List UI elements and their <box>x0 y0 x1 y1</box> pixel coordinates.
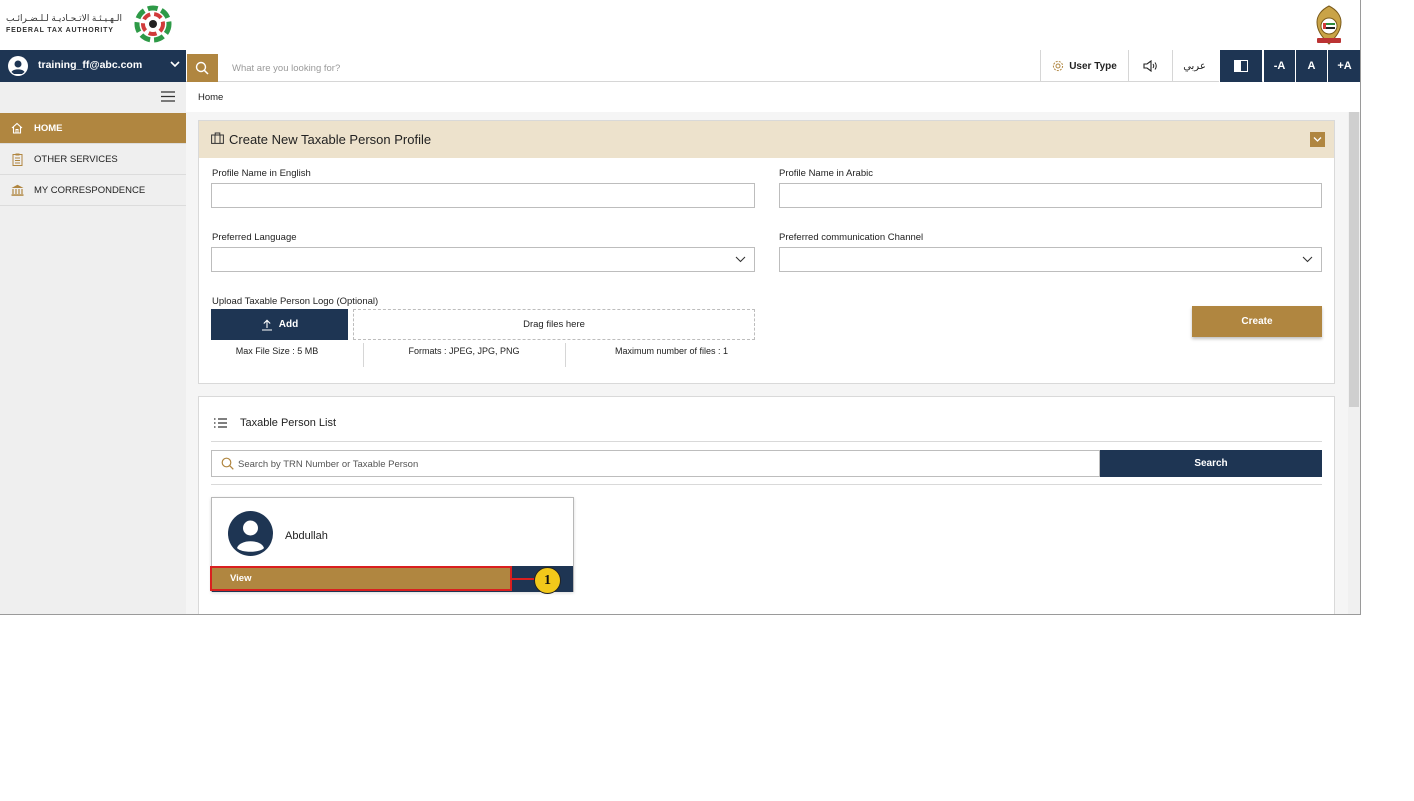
chevron-down-icon <box>735 256 746 263</box>
person-avatar-icon <box>228 511 273 556</box>
logo-english-text: FEDERAL TAX AUTHORITY <box>6 27 114 34</box>
sidebar: HOME OTHER SERVICES MY CORRESPONDENCE <box>0 82 186 614</box>
sidebar-item-label: OTHER SERVICES <box>34 153 118 165</box>
logo-arabic-text: الـهـيـئـة الاتـحـاديـة لـلـضـرائـب <box>6 13 123 23</box>
file-drop-zone[interactable]: Drag files here <box>353 309 755 340</box>
create-profile-header: Create New Taxable Person Profile <box>199 121 1334 158</box>
upload-icon <box>261 319 272 331</box>
view-profile-button[interactable]: View <box>210 566 512 591</box>
gear-icon <box>1053 60 1064 72</box>
search-icon <box>195 61 209 75</box>
upload-logo-label: Upload Taxable Person Logo (Optional) <box>212 296 379 307</box>
create-profile-button[interactable]: Create <box>1192 306 1322 337</box>
list-icon <box>214 418 227 428</box>
collapse-panel-button[interactable] <box>1310 132 1325 147</box>
main-content: Create New Taxable Person Profile Profil… <box>186 112 1348 614</box>
user-menu[interactable]: training_ff@abc.com <box>0 50 186 82</box>
font-increase-button[interactable]: +A <box>1327 50 1360 82</box>
vertical-scrollbar[interactable] <box>1348 112 1360 614</box>
search-icon <box>221 457 234 470</box>
sidebar-item-home[interactable]: HOME <box>0 113 186 144</box>
communication-channel-select[interactable] <box>779 247 1322 272</box>
sidebar-item-my-correspondence[interactable]: MY CORRESPONDENCE <box>0 175 186 206</box>
divider <box>211 484 1322 485</box>
fta-logo[interactable]: الـهـيـئـة الاتـحـاديـة لـلـضـرائـب FEDE… <box>6 5 174 45</box>
user-avatar-icon <box>8 56 28 76</box>
divider <box>211 441 1322 442</box>
max-file-size-text: Max File Size : 5 MB <box>235 346 319 356</box>
profile-name-arabic-input[interactable] <box>779 183 1322 208</box>
create-profile-title: Create New Taxable Person Profile <box>229 132 432 147</box>
contrast-icon <box>1234 60 1248 72</box>
taxable-person-search-button[interactable]: Search <box>1100 450 1322 477</box>
scrollbar-thumb[interactable] <box>1349 112 1359 407</box>
fta-logo-icon <box>134 5 172 43</box>
top-header: الـهـيـئـة الاتـحـاديـة لـلـضـرائـب FEDE… <box>0 0 1360 50</box>
add-file-label: Add <box>278 319 299 330</box>
profile-name-english-label: Profile Name in English <box>212 168 311 179</box>
file-formats-text: Formats : JPEG, JPG, PNG <box>408 346 520 356</box>
preferred-language-label: Preferred Language <box>212 232 297 243</box>
annotation-connector <box>512 578 534 580</box>
chevron-down-icon <box>1302 256 1313 263</box>
file-info-divider <box>363 343 364 367</box>
taxable-person-name: Abdullah <box>285 530 328 542</box>
max-files-text: Maximum number of files : 1 <box>614 346 729 356</box>
create-profile-panel: Create New Taxable Person Profile Profil… <box>198 120 1335 384</box>
home-icon <box>11 122 23 134</box>
user-type-label: User Type <box>1069 60 1117 72</box>
language-toggle-arabic[interactable]: عربي <box>1172 50 1216 82</box>
uae-emblem-icon <box>1316 5 1342 45</box>
sidebar-item-label: MY CORRESPONDENCE <box>34 184 146 196</box>
user-email: training_ff@abc.com <box>38 59 143 71</box>
bank-icon <box>11 184 23 196</box>
speaker-icon <box>1142 60 1157 72</box>
preferred-language-select[interactable] <box>211 247 755 272</box>
file-info-divider <box>565 343 566 367</box>
profile-name-english-input[interactable] <box>211 183 755 208</box>
hamburger-menu-icon[interactable] <box>161 91 175 102</box>
font-normal-button[interactable]: A <box>1295 50 1327 82</box>
global-search-button[interactable] <box>187 54 218 82</box>
clipboard-icon <box>12 153 22 166</box>
communication-channel-label: Preferred communication Channel <box>779 232 924 243</box>
taxable-person-list-title: Taxable Person List <box>240 417 336 429</box>
chevron-down-icon <box>1313 137 1322 142</box>
user-type-button[interactable]: User Type <box>1040 50 1128 82</box>
font-decrease-button[interactable]: -A <box>1263 50 1295 82</box>
profile-name-arabic-label: Profile Name in Arabic <box>779 168 873 179</box>
sidebar-item-label: HOME <box>34 122 63 134</box>
global-search-input[interactable] <box>222 54 1022 82</box>
breadcrumb[interactable]: Home <box>198 92 223 103</box>
nav-bar: training_ff@abc.com User Type <box>0 50 1360 82</box>
app-window: الـهـيـئـة الاتـحـاديـة لـلـضـرائـب FEDE… <box>0 0 1361 615</box>
briefcase-icon <box>211 132 224 144</box>
screen-reader-button[interactable] <box>1128 50 1172 82</box>
taxable-person-search-box[interactable] <box>211 450 1100 477</box>
add-file-button[interactable]: Add <box>211 309 348 340</box>
chevron-down-icon <box>170 61 180 68</box>
sidebar-item-other-services[interactable]: OTHER SERVICES <box>0 144 186 175</box>
taxable-person-search-input[interactable] <box>238 456 1078 472</box>
annotation-step-badge: 1 <box>534 567 561 594</box>
contrast-toggle[interactable] <box>1219 50 1262 82</box>
